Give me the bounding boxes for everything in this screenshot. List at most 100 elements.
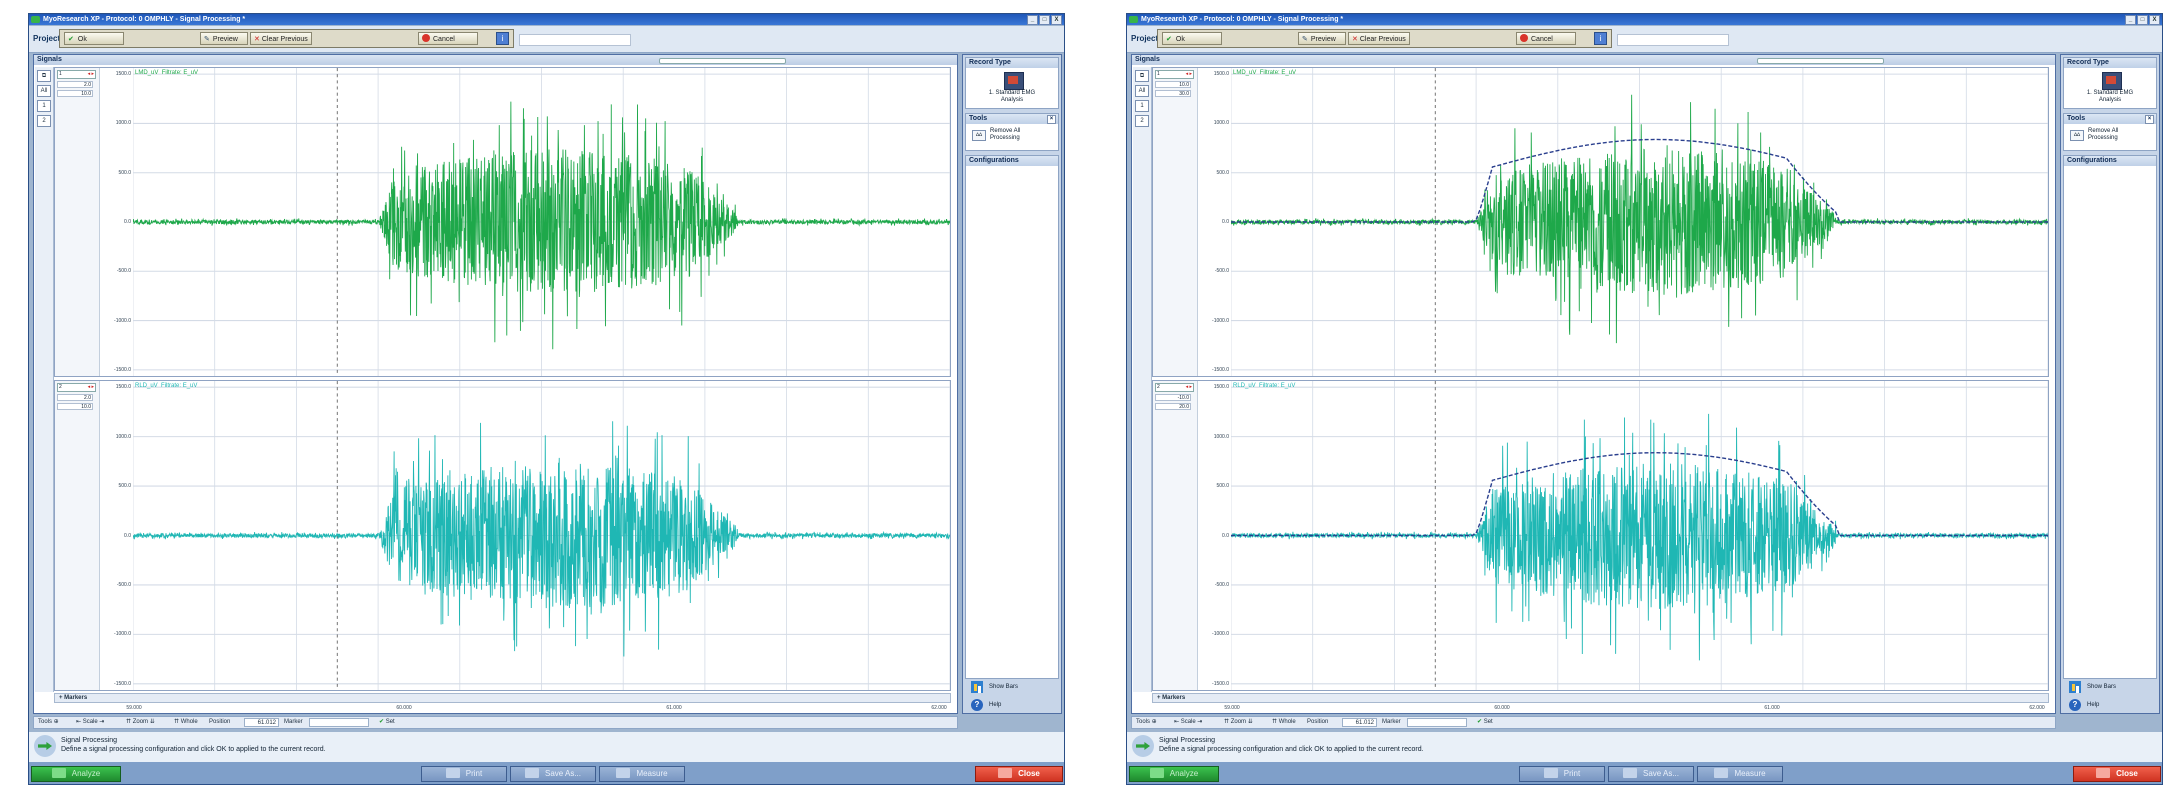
- scale-min-field[interactable]: -10.0: [1155, 394, 1191, 401]
- check-icon: ✔: [379, 719, 385, 725]
- signal-plot[interactable]: LMD_uV Filtrate: E_uV: [133, 68, 950, 376]
- channel-number-select[interactable]: 1 ◂ ▸: [57, 70, 96, 79]
- remove-all-processing-button[interactable]: ∆∆ Remove All Processing: [972, 128, 1056, 150]
- time-scrollbar[interactable]: [659, 58, 786, 64]
- ok-button[interactable]: ✔ Ok: [64, 32, 124, 45]
- project-label: Project: [33, 34, 61, 43]
- save-as-button[interactable]: Save As...: [1608, 766, 1694, 782]
- scale-max-field[interactable]: 10.0: [57, 90, 93, 97]
- measure-label: Measure: [636, 769, 668, 778]
- save-as-button[interactable]: Save As...: [510, 766, 596, 782]
- clear-previous-button[interactable]: ✕ Clear Previous: [250, 32, 312, 45]
- scale-min-field[interactable]: 2.0: [57, 81, 93, 88]
- close-button[interactable]: Close: [975, 766, 1063, 782]
- collapse-icon[interactable]: ×: [1047, 115, 1056, 124]
- set-button[interactable]: ✔ Set: [1477, 717, 1493, 728]
- all-channels-button[interactable]: All: [1135, 85, 1149, 97]
- cancel-button[interactable]: Cancel: [1516, 32, 1576, 45]
- maximize-button[interactable]: □: [2137, 15, 2148, 25]
- clear-previous-button[interactable]: ✕ Clear Previous: [1348, 32, 1410, 45]
- emg-analysis-icon[interactable]: [1004, 72, 1024, 90]
- analyze-label: Analyze: [1169, 769, 1199, 778]
- print-button[interactable]: Print: [421, 766, 507, 782]
- tools-toggle[interactable]: Tools ⊕: [38, 717, 59, 728]
- measure-button[interactable]: Measure: [1697, 766, 1783, 782]
- project-input[interactable]: [1617, 34, 1729, 46]
- scale-min-field[interactable]: 10.0: [1155, 81, 1191, 88]
- info-icon[interactable]: i: [1594, 32, 1607, 45]
- minimize-button[interactable]: _: [1027, 15, 1038, 25]
- record-type-option[interactable]: 1. Standard EMG Analysis: [2064, 90, 2156, 104]
- show-bars-button[interactable]: Show Bars: [971, 679, 1055, 695]
- zoom-button[interactable]: ⇈ Zoom ⇊: [1224, 717, 1253, 728]
- set-button[interactable]: ✔ Set: [379, 717, 395, 728]
- help-button[interactable]: ? Help: [971, 697, 1055, 713]
- channel-1-button[interactable]: 1: [1135, 100, 1149, 112]
- marker-input[interactable]: [1407, 718, 1467, 727]
- info-icon[interactable]: i: [496, 32, 509, 45]
- preview-button[interactable]: ✎ Preview: [1298, 32, 1346, 45]
- close-window-button[interactable]: X: [1051, 15, 1062, 25]
- position-input[interactable]: 61.012: [1342, 718, 1377, 727]
- signal-plot[interactable]: RLD_uV Filtrate: E_uV: [133, 381, 950, 690]
- emg-trace: [133, 68, 950, 376]
- check-icon: ✔: [68, 36, 74, 43]
- all-channels-button[interactable]: All: [37, 85, 51, 97]
- channel-number-select[interactable]: 1 ◂ ▸: [1155, 70, 1194, 79]
- copy-icon[interactable]: ⧉: [37, 70, 51, 82]
- channel-config: 2 ◂ ▸ -10.0 20.0: [1153, 381, 1198, 690]
- show-bars-label: Show Bars: [2087, 684, 2117, 690]
- y-tick: -1000.0: [1212, 317, 1229, 324]
- minimize-button[interactable]: _: [2125, 15, 2136, 25]
- scale-button[interactable]: ⇤ Scale ⇥: [76, 717, 104, 728]
- marker-input[interactable]: [309, 718, 369, 727]
- x-axis: 59.000 60.000 61.000 62.000: [54, 704, 951, 714]
- zoom-button[interactable]: ⇈ Zoom ⇊: [126, 717, 155, 728]
- analyze-button[interactable]: Analyze: [1129, 766, 1219, 782]
- emg-analysis-icon[interactable]: [2102, 72, 2122, 90]
- whole-button[interactable]: ⇈ Whole: [1272, 717, 1296, 728]
- measure-button[interactable]: Measure: [599, 766, 685, 782]
- scale-max-field[interactable]: 20.0: [1155, 403, 1191, 410]
- channel-2-button[interactable]: 2: [37, 115, 51, 127]
- scale-max-field[interactable]: 10.0: [57, 403, 93, 410]
- help-label: Help: [2087, 702, 2100, 708]
- cancel-icon: [422, 34, 430, 42]
- scale-button[interactable]: ⇤ Scale ⇥: [1174, 717, 1202, 728]
- close-button[interactable]: Close: [2073, 766, 2161, 782]
- collapse-icon[interactable]: ×: [2145, 115, 2154, 124]
- channel-label: LMD_uV Filtrate: E_uV: [135, 70, 198, 76]
- cancel-button[interactable]: Cancel: [418, 32, 478, 45]
- maximize-button[interactable]: □: [1039, 15, 1050, 25]
- scale-min-field[interactable]: 2.0: [57, 394, 93, 401]
- signal-plot[interactable]: LMD_uV Filtrate: E_uV: [1231, 68, 2048, 376]
- signal-plot[interactable]: RLD_uV Filtrate: E_uV: [1231, 381, 2048, 690]
- channel-1-button[interactable]: 1: [37, 100, 51, 112]
- y-tick: -500.0: [116, 268, 131, 275]
- ok-button[interactable]: ✔ Ok: [1162, 32, 1222, 45]
- record-type-option[interactable]: 1. Standard EMG Analysis: [966, 90, 1058, 104]
- channel-number-select[interactable]: 2 ◂ ▸: [57, 383, 96, 392]
- project-input[interactable]: [519, 34, 631, 46]
- window-controls: _ □ X: [2125, 15, 2160, 25]
- show-bars-button[interactable]: Show Bars: [2069, 679, 2153, 695]
- scale-max-field[interactable]: 30.0: [1155, 90, 1191, 97]
- preview-button[interactable]: ✎ Preview: [200, 32, 248, 45]
- tools-toggle[interactable]: Tools ⊕: [1136, 717, 1157, 728]
- close-window-button[interactable]: X: [2149, 15, 2160, 25]
- y-tick: 500.0: [1216, 169, 1229, 176]
- print-button[interactable]: Print: [1519, 766, 1605, 782]
- time-scrollbar[interactable]: [1757, 58, 1884, 64]
- markers-label: Markers: [64, 695, 88, 701]
- help-button[interactable]: ? Help: [2069, 697, 2153, 713]
- markers-bar[interactable]: + Markers: [54, 693, 951, 703]
- dropdown-arrow-icon: ◂ ▸: [87, 384, 94, 390]
- channel-number-select[interactable]: 2 ◂ ▸: [1155, 383, 1194, 392]
- remove-all-processing-button[interactable]: ∆∆ Remove All Processing: [2070, 128, 2154, 150]
- whole-button[interactable]: ⇈ Whole: [174, 717, 198, 728]
- copy-icon[interactable]: ⧉: [1135, 70, 1149, 82]
- channel-2-button[interactable]: 2: [1135, 115, 1149, 127]
- position-input[interactable]: 61.012: [244, 718, 279, 727]
- analyze-button[interactable]: Analyze: [31, 766, 121, 782]
- markers-bar[interactable]: + Markers: [1152, 693, 2049, 703]
